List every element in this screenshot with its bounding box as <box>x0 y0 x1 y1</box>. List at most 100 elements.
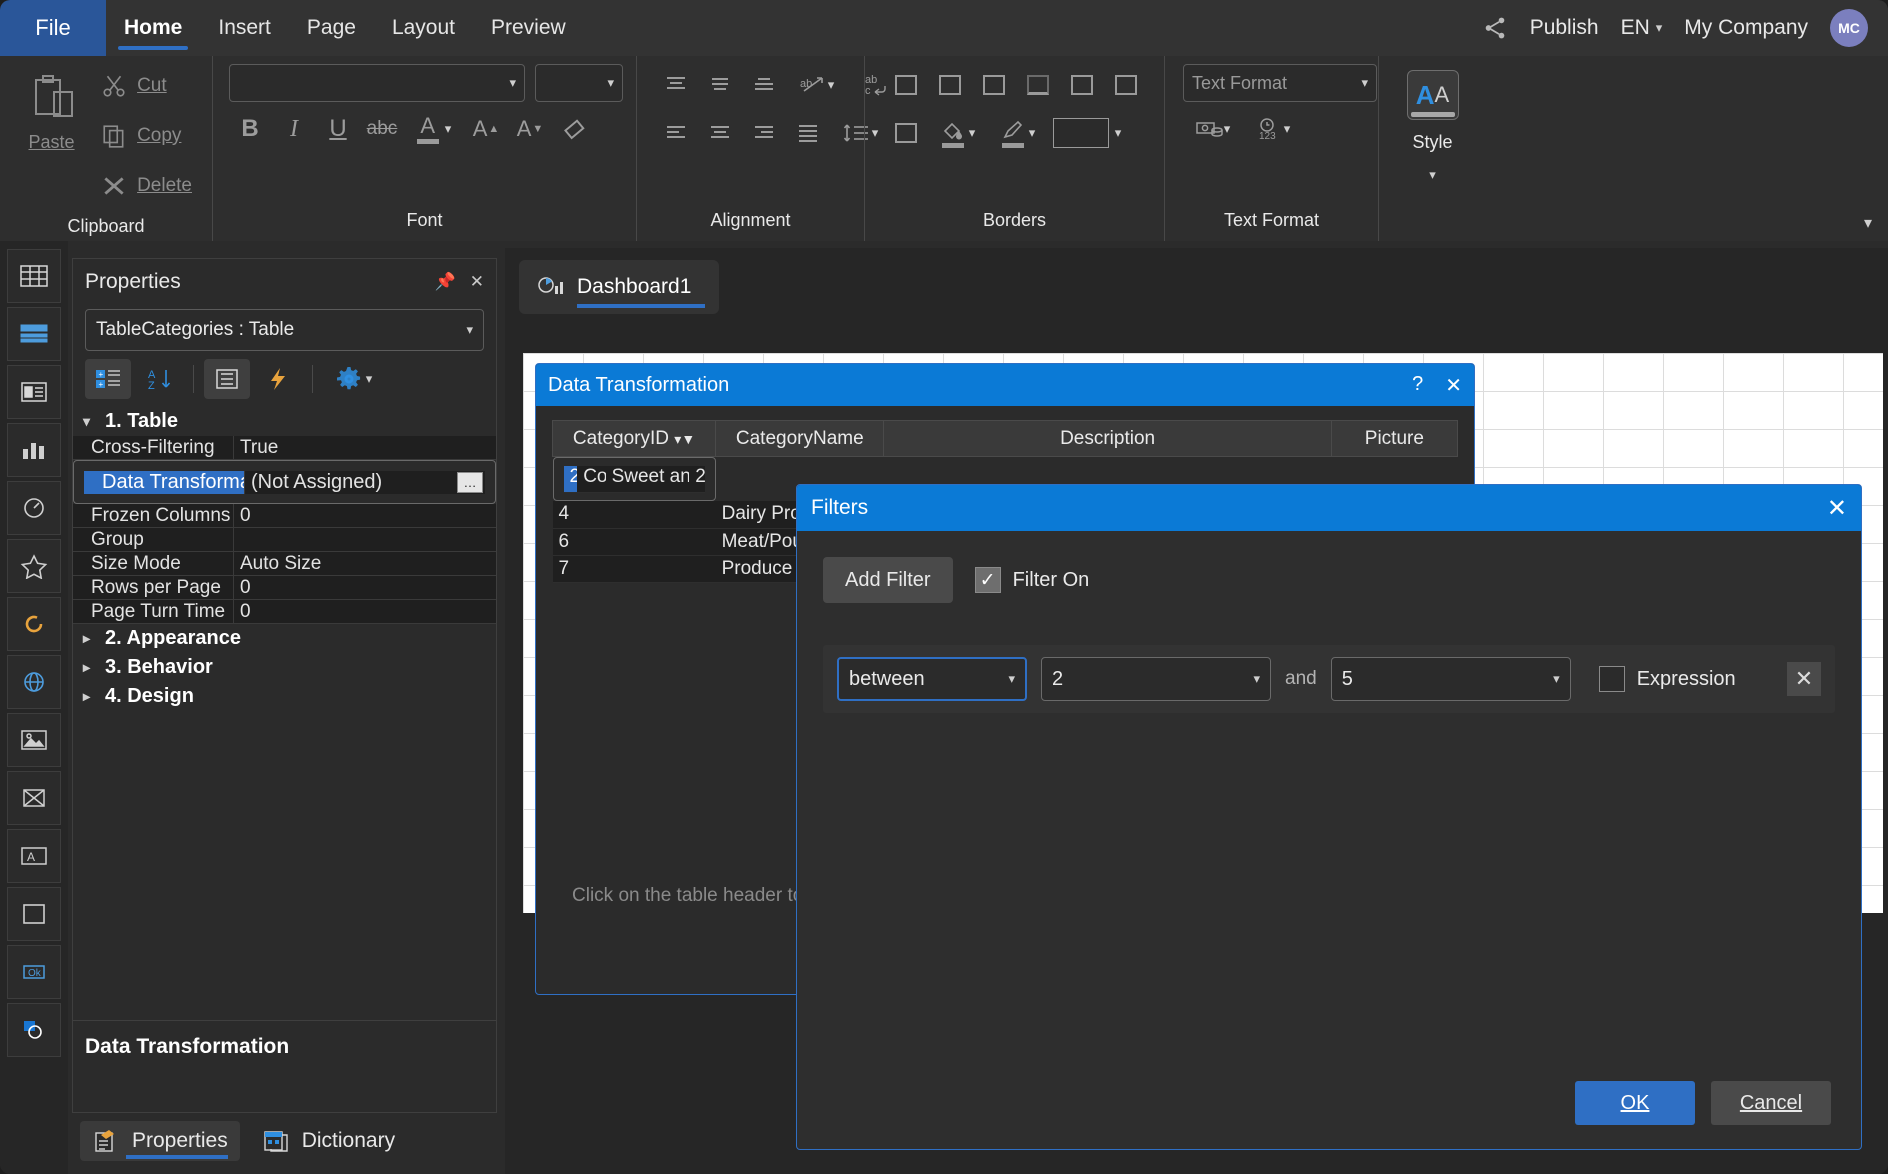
remove-filter-button[interactable]: ✕ <box>1787 662 1821 696</box>
cell-description[interactable]: Sweet and savory sauces, relishes, sprea… <box>605 465 690 493</box>
tab-properties[interactable]: Properties <box>80 1120 240 1161</box>
border-bottom-button[interactable] <box>1017 64 1059 106</box>
currency-format-button[interactable]: ▾ <box>1183 108 1241 150</box>
cell-categoryid[interactable]: 4 <box>552 501 716 529</box>
events-button[interactable] <box>256 359 302 399</box>
paste-button[interactable]: Paste <box>10 64 93 153</box>
column-header-description[interactable]: Description <box>883 420 1332 457</box>
cut-button[interactable]: Cut <box>97 64 202 108</box>
chevron-down-icon[interactable]: ▾ <box>828 77 835 93</box>
strikethrough-button[interactable]: abc <box>361 108 403 150</box>
style-button[interactable]: AA Style ▾ <box>1390 64 1476 183</box>
filter-value1-select[interactable]: 2 ▾ <box>1041 657 1271 701</box>
filter-condition-select[interactable]: between ▾ <box>837 657 1027 701</box>
chevron-down-icon[interactable]: ▾ <box>445 121 452 137</box>
column-header-categoryname[interactable]: CategoryName <box>715 420 885 457</box>
chevron-down-icon[interactable]: ▾ <box>1284 121 1291 137</box>
company-name[interactable]: My Company <box>1684 16 1808 40</box>
object-selector[interactable]: TableCategories : Table ▾ <box>85 309 484 351</box>
border-top-button[interactable] <box>1061 64 1103 106</box>
expression-checkbox[interactable]: ✓ <box>1598 666 1625 692</box>
property-row-cross-filtering[interactable]: Cross-Filtering True <box>73 436 496 460</box>
rail-item-panel[interactable] <box>7 887 61 941</box>
border-none-button[interactable] <box>929 64 971 106</box>
property-value[interactable] <box>233 528 496 551</box>
rail-item-progress[interactable] <box>7 597 61 651</box>
chevron-down-icon[interactable]: ▾ <box>366 371 373 387</box>
property-value[interactable]: (Not Assigned) … <box>244 470 485 494</box>
font-name-combo[interactable]: ▾ <box>229 64 525 102</box>
property-category-design[interactable]: ▸ 4. Design <box>73 682 496 711</box>
rail-item-gauge[interactable] <box>7 481 61 535</box>
share-icon[interactable] <box>1482 15 1508 41</box>
fill-color-button[interactable]: ▾ <box>929 112 987 154</box>
text-direction-button[interactable]: ab ▾ <box>787 64 845 106</box>
cancel-button[interactable]: Cancel <box>1711 1081 1831 1125</box>
rail-item-chart[interactable] <box>7 423 61 477</box>
rail-item-card[interactable] <box>7 365 61 419</box>
alphabetical-sort-button[interactable]: A Z <box>137 359 183 399</box>
categorized-view-button[interactable]: + + <box>85 359 131 399</box>
rail-item-text[interactable]: A <box>7 829 61 883</box>
rail-item-button[interactable]: Ok <box>7 945 61 999</box>
data-transformation-titlebar[interactable]: Data Transformation ? ✕ <box>536 364 1474 406</box>
close-icon[interactable]: ✕ <box>1827 494 1847 523</box>
close-icon[interactable]: ✕ <box>1445 373 1462 398</box>
data-transformation-ellipsis-button[interactable]: … <box>457 471 483 493</box>
border-all-button[interactable] <box>885 64 927 106</box>
bold-button[interactable]: B <box>229 108 271 150</box>
property-category-table[interactable]: ▾ 1. Table <box>73 407 496 436</box>
property-value[interactable]: 0 <box>233 576 496 599</box>
chevron-down-icon[interactable]: ▾ <box>1429 167 1436 183</box>
cell-categoryid[interactable]: 7 <box>552 555 716 583</box>
column-header-categoryid[interactable]: CategoryID ▾▼ <box>551 420 717 457</box>
align-top-button[interactable] <box>655 64 697 106</box>
tab-home[interactable]: Home <box>106 0 200 56</box>
property-category-appearance[interactable]: ▸ 2. Appearance <box>73 624 496 653</box>
language-selector[interactable]: EN ▾ <box>1621 16 1663 40</box>
property-category-behavior[interactable]: ▸ 3. Behavior <box>73 653 496 682</box>
property-row-page-turn-time[interactable]: Page Turn Time 0 <box>73 600 496 624</box>
rail-item-map[interactable] <box>7 655 61 709</box>
align-right-button[interactable] <box>743 112 785 154</box>
clear-formatting-button[interactable] <box>553 108 595 150</box>
border-color-button[interactable]: ▾ <box>989 112 1047 154</box>
border-inside-button[interactable] <box>885 112 927 154</box>
tab-layout[interactable]: Layout <box>374 0 473 56</box>
chevron-down-icon[interactable]: ▾ <box>1029 125 1036 141</box>
property-value[interactable]: True <box>233 436 496 459</box>
filter-on-checkbox[interactable]: ✓ <box>974 567 1001 593</box>
property-row-data-transformation[interactable]: Data Transformat (Not Assigned) … <box>73 460 496 504</box>
chevron-down-icon[interactable]: ▾ <box>1115 125 1122 141</box>
avatar[interactable]: MC <box>1830 9 1868 47</box>
ok-button[interactable]: OK <box>1575 1081 1695 1125</box>
settings-button[interactable]: ▾ <box>323 359 385 399</box>
align-center-button[interactable] <box>699 112 741 154</box>
property-row-size-mode[interactable]: Size Mode Auto Size <box>73 552 496 576</box>
tab-preview[interactable]: Preview <box>473 0 584 56</box>
align-bottom-button[interactable] <box>743 64 785 106</box>
cell-categoryid[interactable]: 2 <box>563 465 578 493</box>
help-icon[interactable]: ? <box>1412 373 1423 398</box>
font-color-button[interactable]: A ▾ <box>405 108 463 150</box>
pin-icon[interactable]: 📌 <box>435 272 456 292</box>
align-justify-button[interactable] <box>787 112 829 154</box>
column-header-picture[interactable]: Picture <box>1330 420 1459 457</box>
rail-item-image[interactable] <box>7 713 61 767</box>
property-row-group[interactable]: Group <box>73 528 496 552</box>
tab-page[interactable]: Page <box>289 0 374 56</box>
filters-titlebar[interactable]: Filters ✕ <box>797 485 1861 531</box>
rail-item-shape[interactable] <box>7 771 61 825</box>
rail-item-shape-star[interactable] <box>7 539 61 593</box>
cell-categoryid[interactable]: 6 <box>552 528 716 556</box>
cell-categoryname[interactable]: Condiments <box>577 465 606 493</box>
tab-file[interactable]: File <box>0 0 106 56</box>
property-value[interactable]: Auto Size <box>233 552 496 575</box>
rail-item-shapes-more[interactable] <box>7 1003 61 1057</box>
shrink-font-button[interactable]: A ▼ <box>509 108 551 150</box>
ribbon-collapse-button[interactable]: ▾ <box>1864 213 1872 233</box>
property-value[interactable]: 0 <box>233 504 496 527</box>
align-middle-button[interactable] <box>699 64 741 106</box>
font-size-combo[interactable]: ▾ <box>535 64 623 102</box>
grow-font-button[interactable]: A ▲ <box>465 108 507 150</box>
